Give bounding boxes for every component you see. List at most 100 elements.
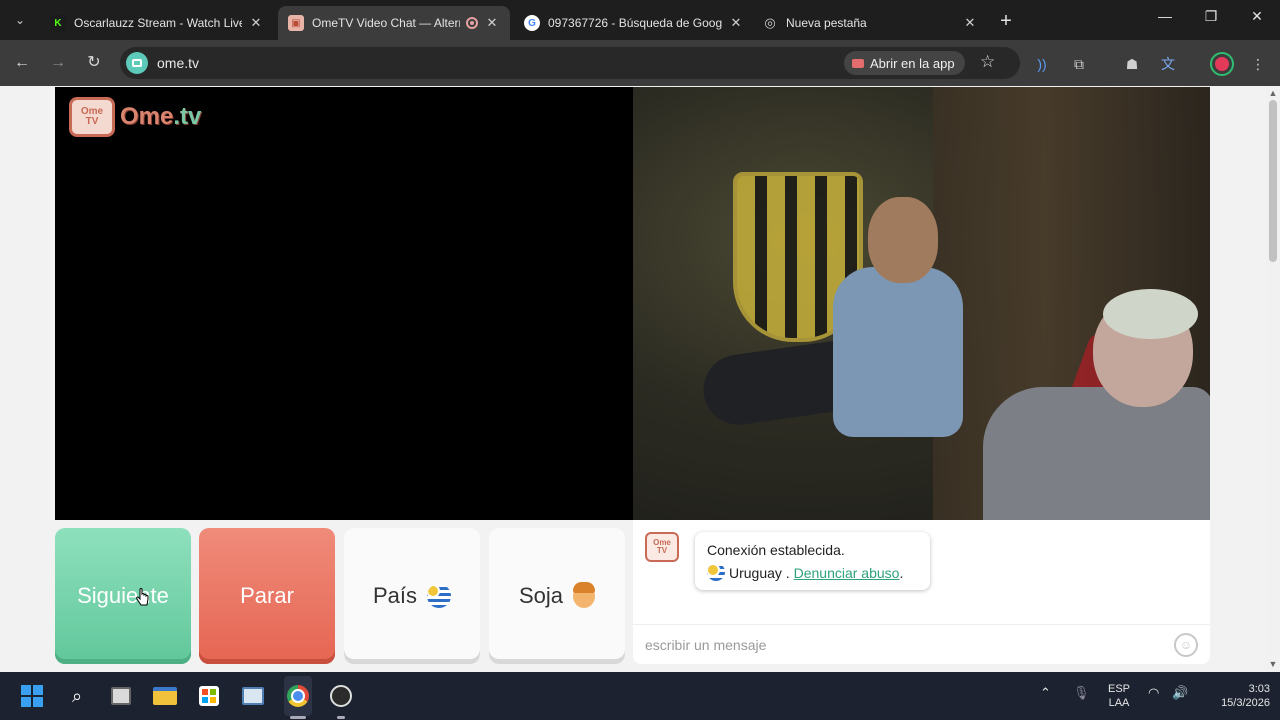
file-explorer-icon[interactable] [151, 682, 179, 710]
uruguay-flag-icon [427, 584, 452, 608]
site-info-icon[interactable] [126, 52, 148, 74]
minimize-button[interactable]: — [1150, 8, 1180, 24]
message-placeholder: escribir un mensaje [645, 636, 767, 653]
tab-ometv[interactable]: ▣ OmeTV Video Chat — Altern ✕ [278, 6, 510, 40]
report-abuse-link[interactable]: Denunciar abuso [794, 565, 900, 581]
page-scrollbar[interactable]: ▲ ▼ [1266, 86, 1280, 672]
logo-tld: .tv [173, 103, 202, 130]
extensions-icon[interactable]: ⧉ [1068, 53, 1090, 75]
face-icon [573, 582, 596, 608]
partner-country-line: Uruguay . Denunciar abuso. [707, 562, 918, 585]
google-icon: G [524, 15, 540, 31]
video-person-2 [963, 289, 1210, 520]
gender-button-label: Soja [518, 583, 564, 608]
menu-kebab-icon[interactable]: ⋮ [1247, 53, 1269, 75]
chevron-down-icon: ⌄ [14, 13, 26, 27]
connection-status: Conexión establecida. [707, 542, 845, 558]
scroll-up-icon[interactable]: ▲ [1268, 88, 1278, 98]
obs-icon[interactable] [327, 682, 355, 710]
open-in-app-label: Abrir en la app [870, 55, 955, 71]
wifi-icon[interactable]: ◠ [1148, 686, 1159, 700]
ometv-icon: ▣ [288, 15, 304, 31]
tv-logo-icon: Ome TV [69, 97, 115, 137]
close-icon[interactable]: ✕ [248, 15, 264, 31]
address-bar[interactable]: ome.tv Abrir en la app ☆ [120, 47, 1020, 79]
tab-new-tab[interactable]: ◎ Nueva pestaña ✕ [752, 6, 988, 40]
start-button[interactable] [18, 682, 46, 710]
window-close-button[interactable]: ✕ [1242, 8, 1272, 25]
forward-button[interactable]: → [47, 52, 69, 74]
logo-name: Ome [120, 103, 174, 130]
partner-country: Uruguay . [729, 565, 790, 581]
restore-button[interactable]: ❐ [1196, 8, 1226, 25]
clock-time: 3:03 [1248, 683, 1270, 695]
kick-icon: K [50, 15, 66, 31]
local-video: Ome TV Ome.tv [55, 87, 633, 520]
avatar-line2: TV [656, 546, 668, 555]
stop-button[interactable]: Parar [199, 528, 335, 664]
reload-button[interactable]: ↻ [83, 52, 105, 74]
ometv-logo[interactable]: Ome TV Ome.tv [69, 97, 201, 137]
scroll-thumb[interactable] [1269, 100, 1277, 262]
search-icon[interactable]: ⌕ [63, 682, 91, 710]
close-icon[interactable]: ✕ [962, 15, 978, 31]
country-button[interactable]: País [344, 528, 480, 664]
incognito-icon[interactable]: ☗ [1121, 53, 1143, 75]
video-person-1 [673, 197, 963, 457]
microsoft-store-icon[interactable] [195, 682, 223, 710]
recording-icon [466, 17, 478, 29]
task-view-icon[interactable] [107, 682, 135, 710]
tab-title: 097367726 - Búsqueda de Googl [548, 16, 722, 30]
uruguay-flag-icon [707, 563, 725, 581]
browser-toolbar: ← → ↻ ome.tv Abrir en la app ☆ )) ⧉ ☗ 文 … [0, 40, 1280, 86]
tab-title: Oscarlauzz Stream - Watch Live [74, 16, 242, 30]
message-input[interactable]: escribir un mensaje ☺ [633, 624, 1210, 664]
microphone-icon[interactable]: 🎙 [1073, 686, 1090, 700]
obs-running-indicator [337, 716, 345, 719]
language-indicator[interactable]: ESP LAA [1104, 682, 1134, 710]
close-icon[interactable]: ✕ [728, 15, 744, 31]
tab-title: Nueva pestaña [786, 16, 867, 30]
new-tab-button[interactable]: + [996, 10, 1016, 33]
next-button[interactable]: Siguiente [55, 528, 191, 664]
url-text[interactable]: ome.tv [157, 55, 199, 71]
language-line2: LAA [1108, 697, 1130, 709]
emoji-icon[interactable]: ☺ [1174, 633, 1198, 657]
logo-badge-line2: TV [85, 116, 99, 127]
tab-strip: ⌄ K Oscarlauzz Stream - Watch Live ✕ ▣ O… [0, 0, 1280, 40]
chrome-taskbar-icon[interactable] [284, 682, 312, 710]
tab-search-button[interactable]: ⌄ [8, 8, 32, 32]
chrome-logo-icon [287, 685, 309, 707]
logo-wordmark: Ome.tv [120, 103, 201, 131]
chat-panel: Ome TV Conexión establecida. Uruguay . D… [633, 520, 1210, 664]
open-in-app-button[interactable]: Abrir en la app [844, 51, 965, 75]
clock-date: 15/3/2026 [1221, 697, 1270, 709]
ometv-avatar-icon: Ome TV [645, 532, 679, 562]
stop-button-label: Parar [240, 583, 294, 608]
bookmark-star-icon[interactable]: ☆ [980, 52, 995, 72]
close-icon[interactable]: ✕ [484, 15, 500, 31]
tab-kick[interactable]: K Oscarlauzz Stream - Watch Live ✕ [40, 6, 274, 40]
reload-icon: ↻ [87, 54, 101, 71]
plus-icon: + [1000, 10, 1012, 32]
gender-button[interactable]: Soja [489, 528, 625, 664]
photos-icon[interactable] [239, 682, 267, 710]
clock[interactable]: 3:03 15/3/2026 [1202, 682, 1270, 710]
language-line1: ESP [1107, 683, 1130, 695]
windows-taskbar: ⌕ ⌃ 🎙 ESP LAA ◠ 🔊 3:03 15/3/2026 [0, 672, 1280, 720]
chrome-icon: ◎ [764, 15, 776, 30]
tab-title: OmeTV Video Chat — Altern [312, 16, 460, 30]
volume-icon[interactable]: 🔊 [1172, 686, 1188, 700]
tray-overflow-icon[interactable]: ⌃ [1040, 686, 1051, 700]
windows-logo-icon [21, 685, 43, 707]
tab-google-search[interactable]: G 097367726 - Búsqueda de Googl ✕ [514, 6, 754, 40]
country-button-label: País [372, 583, 418, 608]
remote-video [633, 87, 1210, 520]
scroll-down-icon[interactable]: ▼ [1268, 659, 1278, 669]
hand-cursor-icon [136, 588, 149, 606]
back-button[interactable]: ← [11, 52, 33, 74]
system-message: Conexión establecida. Uruguay . Denuncia… [695, 532, 930, 590]
translate-icon[interactable]: 文 [1157, 53, 1179, 75]
media-control-icon[interactable]: )) [1031, 53, 1053, 75]
profile-avatar[interactable] [1212, 54, 1232, 74]
